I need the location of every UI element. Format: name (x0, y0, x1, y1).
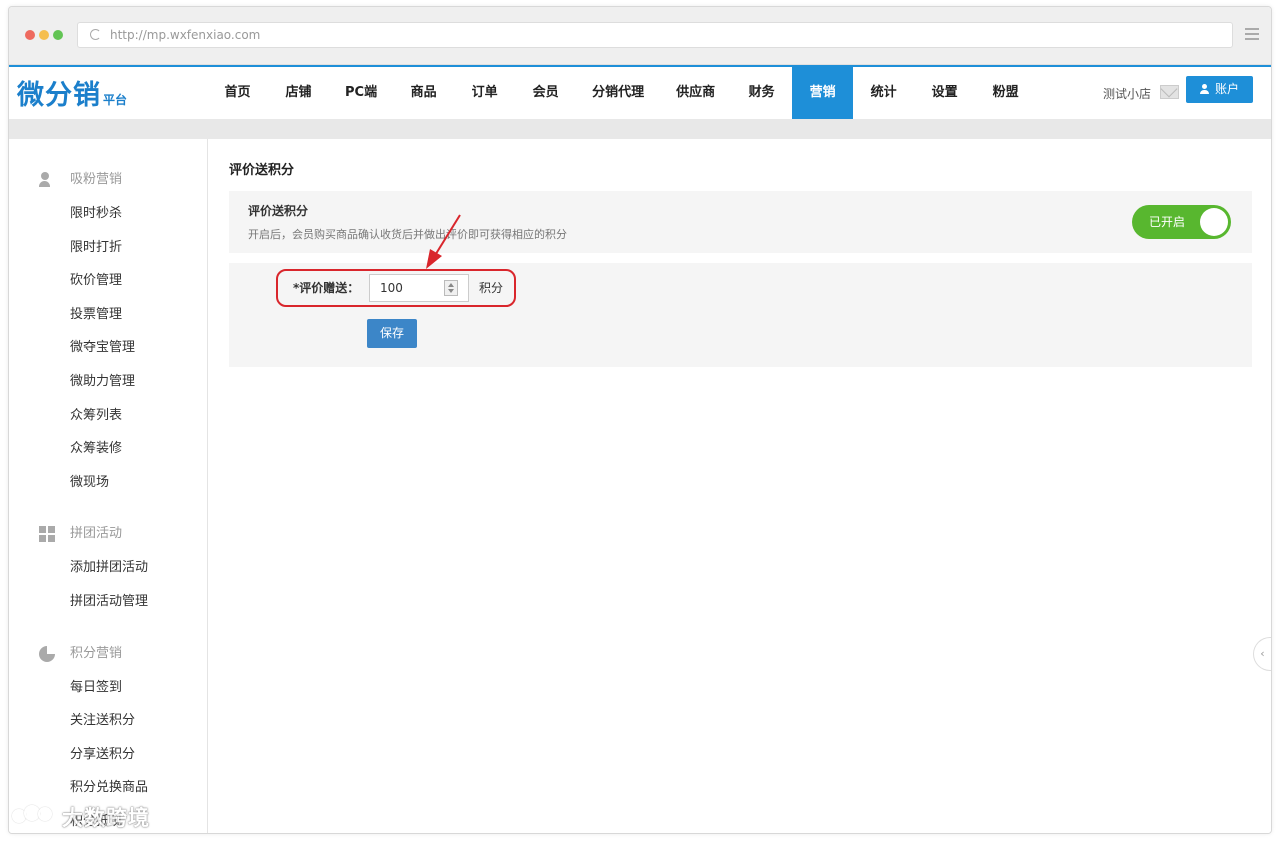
feature-description: 开启后，会员购买商品确认收货后并做出评价即可获得相应的积分 (248, 228, 567, 241)
feature-toggle-panel: 评价送积分 开启后，会员购买商品确认收货后并做出评价即可获得相应的积分 已开启 (229, 191, 1252, 253)
sidebar-item[interactable]: 关注送积分 (9, 704, 207, 738)
reload-icon[interactable] (90, 29, 101, 40)
nav-item-3[interactable]: 商品 (393, 67, 454, 119)
mail-icon[interactable] (1160, 85, 1179, 99)
nav-item-11[interactable]: 设置 (914, 67, 975, 119)
number-spinner-icon[interactable] (444, 280, 458, 296)
sidebar-group: 拼团活动添加拼团活动 拼团活动管理 (9, 517, 207, 618)
grid-icon (39, 526, 55, 543)
user-add-icon (39, 172, 55, 188)
minimize-window-icon[interactable] (39, 30, 49, 40)
points-value: 100 (380, 281, 403, 295)
sidebar-item[interactable]: 众筹装修 (9, 432, 207, 466)
address-url: http://mp.wxfenxiao.com (110, 28, 261, 42)
sidebar-group-label: 积分营销 (70, 645, 123, 661)
sidebar-item[interactable]: 众筹列表 (9, 399, 207, 433)
sidebar-item[interactable]: 微夺宝管理 (9, 331, 207, 365)
points-field-label: *评价赠送： (293, 281, 360, 295)
nav-item-6[interactable]: 分销代理 (576, 67, 660, 119)
sidebar-item[interactable]: 分享送积分 (9, 738, 207, 772)
nav-item-0[interactable]: 首页 (207, 67, 268, 119)
nav-item-10[interactable]: 统计 (853, 67, 914, 119)
brand-logo[interactable]: 微分销 平台 (17, 73, 127, 112)
address-bar[interactable]: http://mp.wxfenxiao.com (77, 22, 1233, 48)
nav-item-12[interactable]: 粉盟 (975, 67, 1036, 119)
logo-main-text: 微分销 (17, 80, 101, 111)
sidebar-group-label: 拼团活动 (70, 526, 123, 542)
nav-item-5[interactable]: 会员 (515, 67, 576, 119)
browser-window: http://mp.wxfenxiao.com 微分销 平台 首页 店铺 PC端 商品… (8, 6, 1272, 834)
sidebar-item[interactable]: 限时秒杀 (9, 197, 207, 231)
sidebar-group-label: 吸粉营销 (70, 172, 123, 187)
browser-toolbar: http://mp.wxfenxiao.com (9, 7, 1271, 65)
highlighted-field-row: *评价赠送： 100 积分 (276, 269, 516, 307)
page-title: 评价送积分 (229, 163, 295, 178)
watermark: 大数跨境 (12, 802, 150, 832)
sidebar-item[interactable]: 微现场 (9, 466, 207, 500)
sidebar-group-title: 吸粉营销 (9, 163, 207, 197)
sidebar-group-title: 积分营销 (9, 637, 207, 671)
sidebar-item[interactable]: 每日签到 (9, 671, 207, 705)
points-form-panel: *评价赠送： 100 积分 保存 (229, 263, 1252, 367)
sidebar-group: 吸粉营销限时秒杀 限时打折 砍价管理 投票管理 微夺宝管理 微助力管理 众筹列表 众筹装修 微现… (9, 163, 207, 499)
sidebar-item[interactable]: 添加拼团活动 (9, 551, 207, 585)
feature-toggle-switch[interactable]: 已开启 (1132, 205, 1231, 239)
watermark-text: 大数跨境 (62, 806, 150, 830)
main-content: 评价送积分 评价送积分 开启后，会员购买商品确认收货后并做出评价即可获得相应的积… (208, 139, 1271, 833)
main-menu: 首页 店铺 PC端 商品 订单 会员 分销代理 供应商 财务 营销 统计 设置 粉盟 (207, 67, 1036, 119)
account-button[interactable]: 账户 (1186, 76, 1253, 103)
nav-item-2[interactable]: PC端 (329, 67, 393, 119)
points-unit-label: 积分 (479, 281, 504, 295)
sidebar-item[interactable]: 积分兑换商品 (9, 771, 207, 805)
points-number-input[interactable]: 100 (369, 274, 469, 302)
switch-status-label: 已开启 (1149, 215, 1186, 229)
logo-sub-text: 平台 (103, 93, 128, 107)
annotation-arrow-icon (426, 214, 461, 269)
sidebar-group-title: 拼团活动 (9, 517, 207, 551)
watermark-logo-icon (12, 803, 56, 831)
nav-item-4[interactable]: 订单 (454, 67, 515, 119)
user-icon (1199, 84, 1209, 94)
shop-name[interactable]: 测试小店 (1103, 85, 1151, 102)
sidebar-item[interactable]: 砍价管理 (9, 264, 207, 298)
sidebar: 吸粉营销限时秒杀 限时打折 砍价管理 投票管理 微夺宝管理 微助力管理 众筹列表 众筹装修 微现… (9, 139, 208, 833)
header-divider (9, 119, 1271, 139)
feature-title: 评价送积分 (248, 204, 309, 218)
sidebar-item[interactable]: 微助力管理 (9, 365, 207, 399)
nav-item-9[interactable]: 营销 (792, 67, 854, 119)
browser-menu-icon[interactable] (1245, 28, 1259, 40)
sidebar-item[interactable]: 拼团活动管理 (9, 585, 207, 619)
sidebar-item[interactable]: 限时打折 (9, 231, 207, 265)
nav-item-8[interactable]: 财务 (731, 67, 792, 119)
save-button[interactable]: 保存 (367, 319, 417, 348)
close-window-icon[interactable] (25, 30, 35, 40)
top-navigation: 微分销 平台 首页 店铺 PC端 商品 订单 会员 分销代理 供应商 财务 营销 统计 设置 粉盟 测试… (9, 65, 1271, 119)
account-label: 账户 (1214, 82, 1239, 96)
pie-icon (39, 645, 55, 662)
switch-knob (1200, 208, 1228, 236)
collapse-handle[interactable]: ‹ (1253, 637, 1271, 671)
maximize-window-icon[interactable] (53, 30, 63, 40)
sidebar-item[interactable]: 投票管理 (9, 298, 207, 332)
nav-item-1[interactable]: 店铺 (268, 67, 329, 119)
nav-item-7[interactable]: 供应商 (660, 67, 731, 119)
